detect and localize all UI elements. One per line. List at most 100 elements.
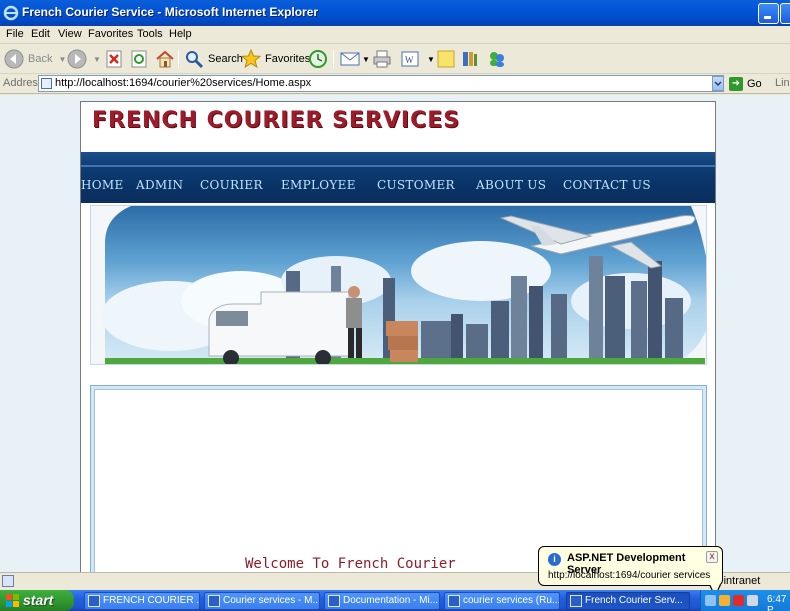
content-panel: Welcome To French Courier [94,389,703,572]
nav-employee[interactable]: EMPLOYEE [281,178,356,192]
security-icon[interactable] [719,595,730,606]
go-button[interactable]: ➜ Go [729,76,762,92]
taskbar-item[interactable]: FRENCH COURIER ... [84,592,200,610]
back-button[interactable]: Back ▼ [4,48,66,70]
favorites-button[interactable]: Favorites [241,48,310,70]
banner-illustration [91,206,706,364]
site-logo: FRENCH COURIER SERVICES [92,108,461,133]
maximize-button[interactable] [780,3,790,24]
research-icon [463,52,477,66]
forward-arrow-icon [67,49,87,69]
edit-dropdown-icon[interactable]: ▼ [427,55,435,64]
nav-contact-us[interactable]: CONTACT US [563,178,651,192]
menu-file[interactable]: File [6,28,24,40]
windows-flag-icon [6,594,19,607]
start-button[interactable]: start [0,590,74,611]
taskbar-item[interactable]: Documentation - Mi... [324,592,440,610]
menu-view[interactable]: View [58,28,82,40]
taskbar-item-active[interactable]: French Courier Serv... [566,592,690,610]
status-page-icon [2,575,14,587]
back-dropdown-icon[interactable]: ▼ [58,55,66,64]
history-icon [309,50,327,68]
mail-dropdown-icon[interactable]: ▼ [362,55,370,64]
hero-banner [90,205,707,365]
messenger-button[interactable] [487,48,507,70]
back-label: Back [28,53,53,65]
nav-about-us[interactable]: ABOUT US [476,178,546,192]
toolbar: Back ▼ ▼ Search Favorites ▼ W ▼ [0,44,790,74]
nav-stripe [81,165,715,167]
site-page: FRENCH COURIER SERVICES HOME ADMIN COURI… [80,101,716,572]
taskbar-item-label: French Courier Serv... [585,595,683,606]
site-header: FRENCH COURIER SERVICES [81,102,715,152]
taskbar-item[interactable]: courier services (Ru... [444,592,560,610]
address-input[interactable]: http://localhost:1694/courier%20services… [38,75,724,92]
home-button[interactable] [155,48,175,70]
welcome-heading: Welcome To French Courier [245,556,456,572]
nav-customer[interactable]: CUSTOMER [377,178,455,192]
star-icon [241,49,261,69]
go-arrow-icon: ➜ [729,77,743,91]
content-frame: Welcome To French Courier [90,385,707,572]
minimize-icon [764,16,771,19]
menu-help[interactable]: Help [169,28,192,40]
forward-button[interactable]: ▼ [67,48,101,70]
refresh-button[interactable] [131,48,147,70]
forward-dropdown-icon[interactable]: ▼ [93,55,101,64]
nav-admin[interactable]: ADMIN [136,178,183,192]
taskbar: start FRENCH COURIER ... Courier service… [0,590,790,611]
internet-explorer-icon [3,5,19,21]
history-button[interactable] [308,48,328,70]
balloon-close-button[interactable]: x [706,551,718,563]
minimize-button[interactable] [758,3,779,24]
chevron-down-icon [714,81,722,87]
taskbar-item-label: courier services (Ru... [463,595,560,606]
home-icon [156,50,174,68]
discuss-button[interactable] [437,48,455,70]
taskbar-item[interactable]: Courier services - M... [204,592,320,610]
menu-bar: File Edit View Favorites Tools Help [0,26,790,44]
search-label: Search [208,53,243,65]
links-label[interactable]: Link [775,77,790,89]
system-tray: 6:47 P [700,590,790,611]
print-button[interactable] [372,48,392,70]
mail-button[interactable]: ▼ [340,48,370,70]
nav-home[interactable]: HOME [81,178,124,192]
menu-favorites[interactable]: Favorites [88,28,133,40]
research-button[interactable] [461,48,479,70]
network-icon[interactable] [705,595,716,606]
printer-icon [373,50,391,68]
menu-edit[interactable]: Edit [31,28,50,40]
note-icon [437,50,455,68]
taskbar-item-label: Courier services - M... [223,595,320,606]
window-title: French Courier Service - Microsoft Inter… [22,5,319,19]
edit-button[interactable]: W ▼ [401,48,435,70]
window-icon [448,595,460,607]
browser-viewport[interactable]: FRENCH COURIER SERVICES HOME ADMIN COURI… [0,95,790,572]
word-icon: W [401,51,419,67]
balloon-text: http://localhost:1694/courier services [548,570,711,581]
taskbar-item-label: Documentation - Mi... [343,595,439,606]
clock: 6:47 P [767,594,787,611]
notification-balloon[interactable]: i ASP.NET Development Server http://loca… [538,546,723,597]
search-button[interactable]: Search [184,48,243,70]
info-icon: i [548,553,561,566]
antivirus-icon[interactable] [733,595,744,606]
messenger-icon [490,52,504,67]
address-url: http://localhost:1694/courier%20services… [55,77,312,89]
go-label: Go [747,78,762,90]
refresh-icon [131,50,147,68]
window-titlebar[interactable]: French Courier Service - Microsoft Inter… [0,0,790,26]
server-icon[interactable] [747,595,758,606]
page-icon [41,78,52,89]
address-bar: Address http://localhost:1694/courier%20… [0,74,790,94]
stop-icon [106,50,122,68]
taskbar-item-label: FRENCH COURIER ... [103,595,200,606]
search-icon [186,51,204,69]
menu-tools[interactable]: Tools [137,28,163,40]
stop-button[interactable] [106,48,122,70]
toolbar-separator [178,50,179,68]
address-dropdown-button[interactable] [712,76,724,91]
nav-courier[interactable]: COURIER [200,178,263,192]
internet-explorer-icon [570,595,582,607]
